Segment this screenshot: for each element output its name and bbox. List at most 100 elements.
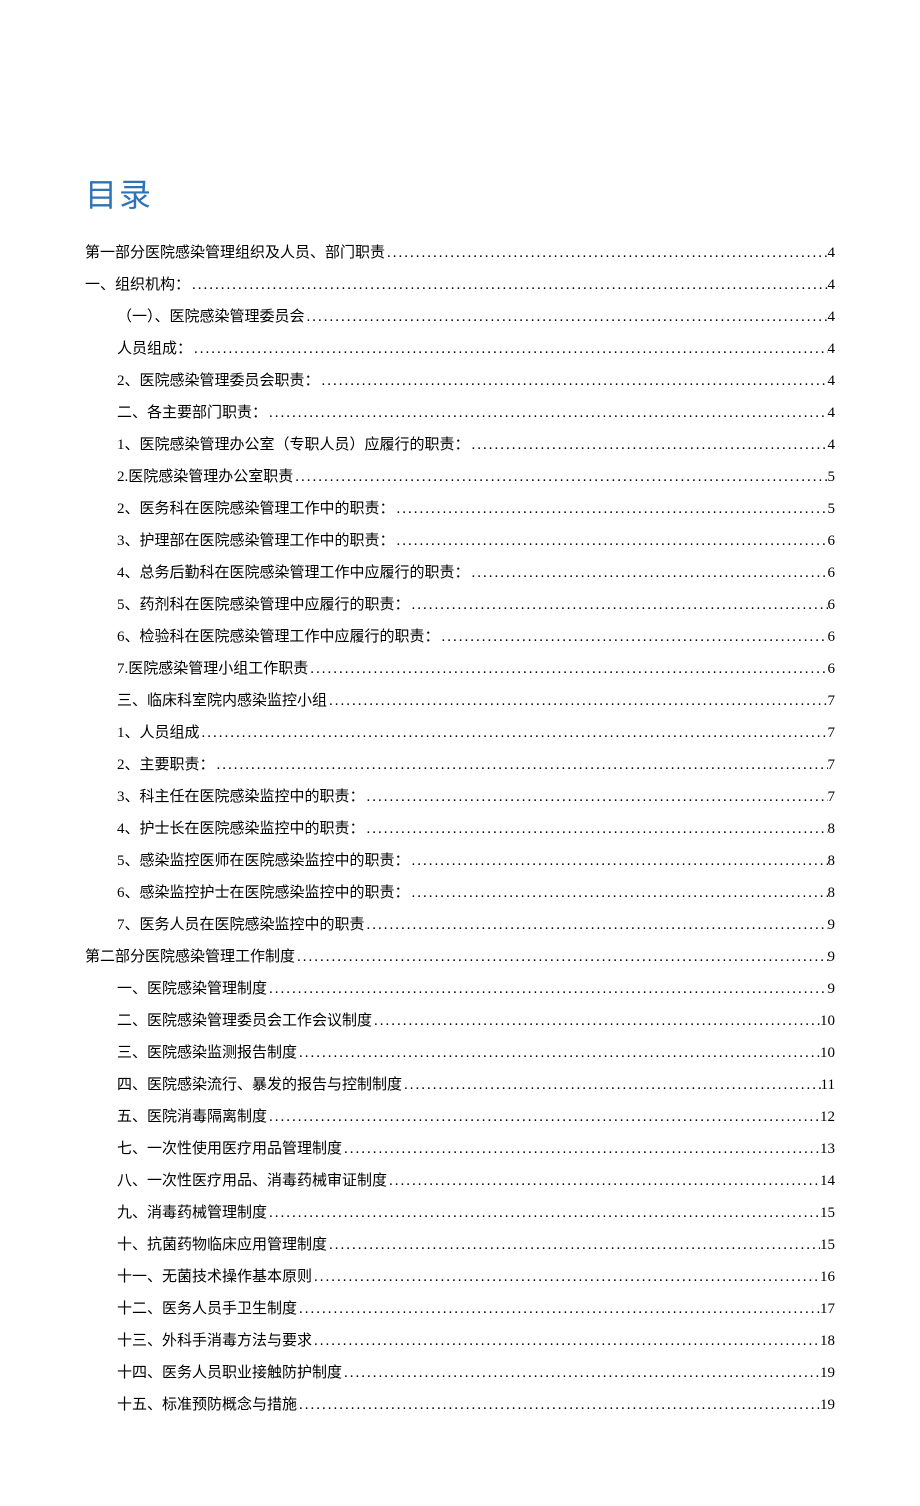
toc-entry-label: 1、人员组成 <box>117 722 200 745</box>
toc-entry-page: 16 <box>820 1266 835 1289</box>
toc-entry: 2.医院感染管理办公室职责 5 <box>85 466 835 489</box>
toc-title: 目录 <box>85 170 835 216</box>
toc-leader-dots <box>312 1266 820 1289</box>
document-page: 目录 第一部分医院感染管理组织及人员、部门职责 4一、组织机构：4（一）、医院感… <box>0 0 920 1506</box>
toc-entry: 九、消毒药械管理制度 15 <box>85 1202 835 1225</box>
toc-entry: 4、护士长在医院感染监控中的职责： 8 <box>85 818 835 841</box>
toc-entry: 十、抗菌药物临床应用管理制度 15 <box>85 1234 835 1257</box>
toc-entry-page: 6 <box>828 530 836 553</box>
toc-entry-page: 4 <box>828 338 836 361</box>
toc-entry-page: 6 <box>828 658 836 681</box>
toc-leader-dots <box>395 498 828 521</box>
toc-entry: 5、感染监控医师在医院感染监控中的职责：8 <box>85 850 835 873</box>
toc-leader-dots <box>267 1202 820 1225</box>
toc-entry-page: 9 <box>828 978 836 1001</box>
toc-entry: 十二、医务人员手卫生制度 17 <box>85 1298 835 1321</box>
toc-leader-dots <box>402 1074 821 1097</box>
toc-entry: 第二部分医院感染管理工作制度 9 <box>85 946 835 969</box>
toc-entry-page: 15 <box>820 1202 835 1225</box>
toc-entry: 5、药剂科在医院感染管理中应履行的职责：6 <box>85 594 835 617</box>
toc-entry: 6、感染监控护士在医院感染监控中的职责： 8 <box>85 882 835 905</box>
toc-entry: 二、医院感染管理委员会工作会议制度 10 <box>85 1010 835 1033</box>
toc-entry-label: 十、抗菌药物临床应用管理制度 <box>117 1234 327 1257</box>
toc-entry-label: 4、护士长在医院感染监控中的职责： <box>117 818 365 841</box>
toc-entry-page: 4 <box>828 306 836 329</box>
toc-entry-label: 三、临床科室院内感染监控小组 <box>117 690 327 713</box>
toc-entry-label: 十三、外科手消毒方法与要求 <box>117 1330 312 1353</box>
toc-entry-label: 十一、无菌技术操作基本原则 <box>117 1266 312 1289</box>
toc-leader-dots <box>342 1138 820 1161</box>
toc-entry: 七、一次性使用医疗用品管理制度 13 <box>85 1138 835 1161</box>
toc-entry-label: 1、医院感染管理办公室（专职人员）应履行的职责： <box>117 434 470 457</box>
toc-leader-dots <box>410 594 828 617</box>
toc-leader-dots <box>410 850 828 873</box>
toc-entry: 2、医务科在医院感染管理工作中的职责： 5 <box>85 498 835 521</box>
toc-leader-dots <box>327 690 827 713</box>
toc-entry: 一、组织机构：4 <box>85 274 835 297</box>
toc-entry-page: 13 <box>820 1138 835 1161</box>
toc-entry: 十五、标准预防概念与措施 19 <box>85 1394 835 1417</box>
toc-leader-dots <box>297 1298 820 1321</box>
toc-entry-page: 11 <box>821 1074 835 1097</box>
toc-entry-label: 十四、医务人员职业接触防护制度 <box>117 1362 342 1385</box>
toc-entry: 一、医院感染管理制度 9 <box>85 978 835 1001</box>
toc-entry-label: 7、医务人员在医院感染监控中的职责 <box>117 914 365 937</box>
toc-entry-page: 17 <box>820 1298 835 1321</box>
toc-entry-label: 2、主要职责： <box>117 754 215 777</box>
toc-leader-dots <box>320 370 828 393</box>
toc-entry-page: 8 <box>828 882 836 905</box>
toc-entry-label: 2、医务科在医院感染管理工作中的职责： <box>117 498 395 521</box>
toc-entry-page: 12 <box>820 1106 835 1129</box>
toc-entry: 人员组成：4 <box>85 338 835 361</box>
toc-entry-label: 十二、医务人员手卫生制度 <box>117 1298 297 1321</box>
toc-entry: 4、总务后勤科在医院感染管理工作中应履行的职责：6 <box>85 562 835 585</box>
toc-leader-dots <box>293 466 827 489</box>
toc-entry: 十三、外科手消毒方法与要求 18 <box>85 1330 835 1353</box>
toc-entry-label: 6、检验科在医院感染管理工作中应履行的职责： <box>117 626 440 649</box>
toc-leader-dots <box>387 1170 820 1193</box>
toc-entry-page: 4 <box>828 274 836 297</box>
toc-leader-dots <box>342 1362 820 1385</box>
toc-entry: 6、检验科在医院感染管理工作中应履行的职责：6 <box>85 626 835 649</box>
toc-entry-label: 五、医院消毒隔离制度 <box>117 1106 267 1129</box>
toc-entry-page: 7 <box>828 690 836 713</box>
toc-entry: 十四、医务人员职业接触防护制度 19 <box>85 1362 835 1385</box>
toc-leader-dots <box>305 306 828 329</box>
toc-entry: 五、医院消毒隔离制度 12 <box>85 1106 835 1129</box>
toc-entry-page: 4 <box>828 370 836 393</box>
toc-entry-label: 6、感染监控护士在医院感染监控中的职责： <box>117 882 410 905</box>
toc-leader-dots <box>410 882 828 905</box>
toc-entry-page: 19 <box>820 1394 835 1417</box>
toc-leader-dots <box>365 914 828 937</box>
toc-entry-label: 二、医院感染管理委员会工作会议制度 <box>117 1010 372 1033</box>
toc-entry-label: 四、医院感染流行、暴发的报告与控制制度 <box>117 1074 402 1097</box>
toc-entry-page: 4 <box>828 434 836 457</box>
toc-leader-dots <box>385 242 827 265</box>
toc-entry-label: 7.医院感染管理小组工作职责 <box>117 658 308 681</box>
toc-leader-dots <box>297 1394 820 1417</box>
toc-leader-dots <box>267 402 827 425</box>
toc-leader-dots <box>192 338 827 361</box>
toc-leader-dots <box>440 626 828 649</box>
toc-entry-page: 5 <box>828 466 836 489</box>
toc-entry: 3、护理部在医院感染管理工作中的职责： 6 <box>85 530 835 553</box>
toc-entry-label: 2、医院感染管理委员会职责： <box>117 370 320 393</box>
toc-leader-dots <box>312 1330 820 1353</box>
toc-list: 第一部分医院感染管理组织及人员、部门职责 4一、组织机构：4（一）、医院感染管理… <box>85 242 835 1417</box>
toc-entry-label: 十五、标准预防概念与措施 <box>117 1394 297 1417</box>
toc-entry-page: 7 <box>828 754 836 777</box>
toc-entry-page: 4 <box>828 402 836 425</box>
toc-leader-dots <box>372 1010 820 1033</box>
toc-entry-label: 2.医院感染管理办公室职责 <box>117 466 293 489</box>
toc-entry-label: 3、护理部在医院感染管理工作中的职责： <box>117 530 395 553</box>
toc-leader-dots <box>365 818 828 841</box>
toc-entry-label: 4、总务后勤科在医院感染管理工作中应履行的职责： <box>117 562 470 585</box>
toc-entry-page: 8 <box>828 818 836 841</box>
toc-entry: 7、医务人员在医院感染监控中的职责 9 <box>85 914 835 937</box>
toc-entry-page: 19 <box>820 1362 835 1385</box>
toc-entry: 四、医院感染流行、暴发的报告与控制制度 11 <box>85 1074 835 1097</box>
toc-entry-label: 5、感染监控医师在医院感染监控中的职责： <box>117 850 410 873</box>
toc-entry: （一）、医院感染管理委员会 4 <box>85 306 835 329</box>
toc-entry-page: 5 <box>828 498 836 521</box>
toc-entry: 三、医院感染监测报告制度 10 <box>85 1042 835 1065</box>
